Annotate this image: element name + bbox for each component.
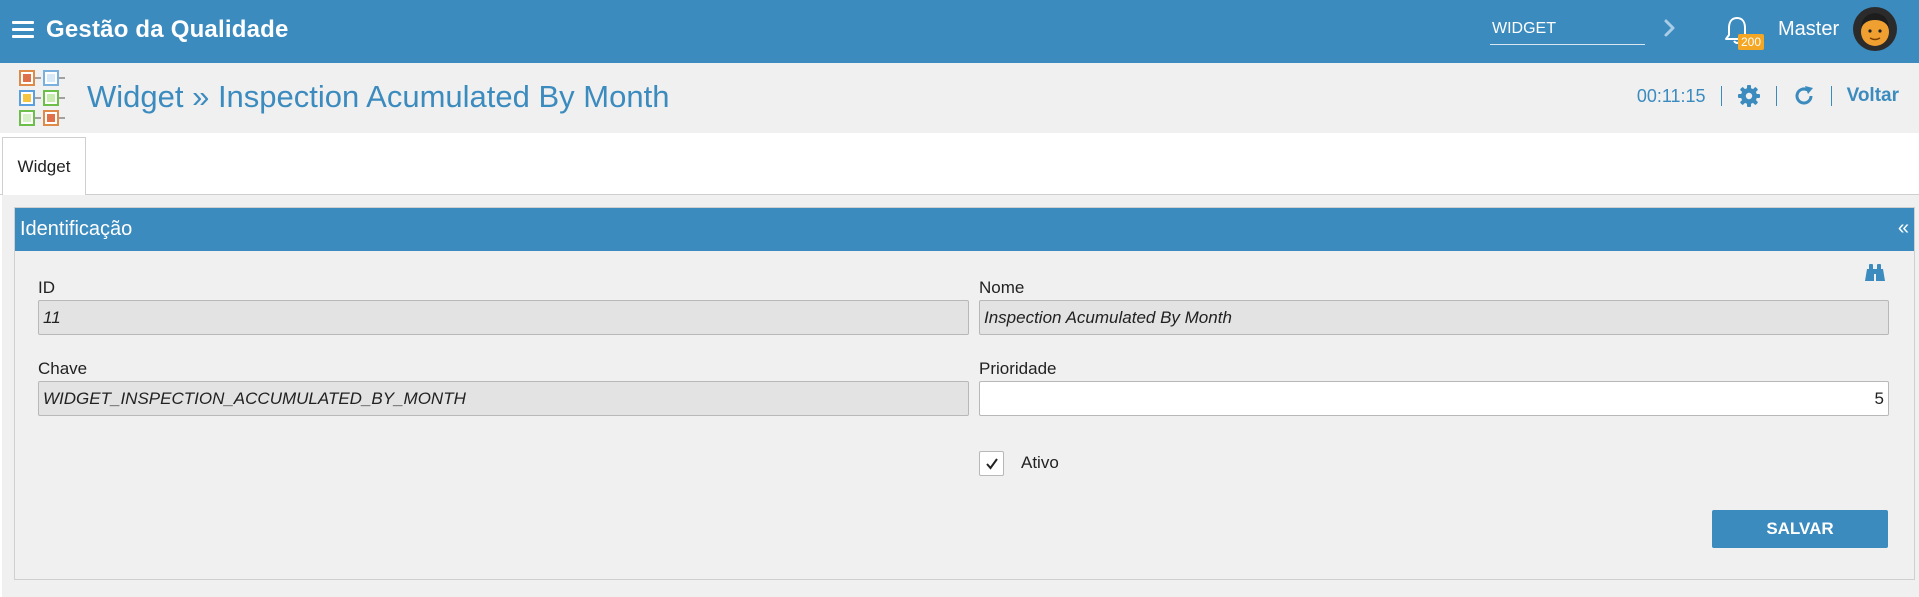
page-header: Widget » Inspection Acumulated By Month … — [0, 63, 1919, 133]
collapse-panel-icon[interactable]: « — [1898, 217, 1909, 240]
toolbar-divider — [1720, 86, 1722, 106]
page-title: Widget » Inspection Acumulated By Month — [87, 79, 670, 114]
id-field[interactable] — [38, 300, 969, 335]
nome-field[interactable] — [979, 300, 1889, 335]
user-avatar-icon[interactable] — [1852, 6, 1898, 52]
content-area: Identificação « ID Nome Chave Prioridade — [2, 195, 1919, 597]
checkmark-icon — [985, 457, 998, 470]
prioridade-field[interactable] — [979, 381, 1889, 416]
top-navigation-bar: Gestão da Qualidade 200 Master — [0, 0, 1919, 63]
panel-header: Identificação « — [15, 208, 1914, 251]
session-timer: 00:11:15 — [1636, 85, 1706, 106]
prioridade-label: Prioridade — [979, 359, 1057, 378]
app-title: Gestão da Qualidade — [46, 16, 289, 43]
ativo-label: Ativo — [1021, 453, 1059, 472]
chevron-right-icon[interactable] — [1660, 15, 1680, 41]
toolbar-divider — [1830, 86, 1832, 106]
chave-field[interactable] — [38, 381, 969, 416]
hamburger-menu-icon[interactable] — [12, 21, 34, 39]
panel-title: Identificação — [20, 218, 133, 240]
notification-count-badge: 200 — [1738, 34, 1765, 50]
save-button[interactable]: SALVAR — [1712, 510, 1888, 548]
toolbar-divider — [1775, 86, 1777, 106]
widget-module-icon — [19, 70, 65, 126]
refresh-icon[interactable] — [1792, 84, 1816, 108]
gear-icon[interactable] — [1737, 84, 1761, 108]
tab-widget[interactable]: Widget — [2, 137, 86, 196]
search-input[interactable] — [1490, 13, 1645, 45]
identification-panel: Identificação « ID Nome Chave Prioridade — [14, 207, 1915, 580]
binoculars-icon[interactable] — [1864, 263, 1886, 283]
id-label: ID — [38, 278, 55, 297]
nome-label: Nome — [979, 278, 1025, 297]
tab-strip: Widget — [0, 133, 1919, 196]
ativo-checkbox[interactable] — [979, 451, 1004, 476]
user-name[interactable]: Master — [1778, 18, 1839, 41]
chave-label: Chave — [38, 359, 88, 378]
back-link[interactable]: Voltar — [1847, 85, 1899, 107]
header-toolbar: 00:11:15 Voltar — [1637, 83, 1899, 109]
